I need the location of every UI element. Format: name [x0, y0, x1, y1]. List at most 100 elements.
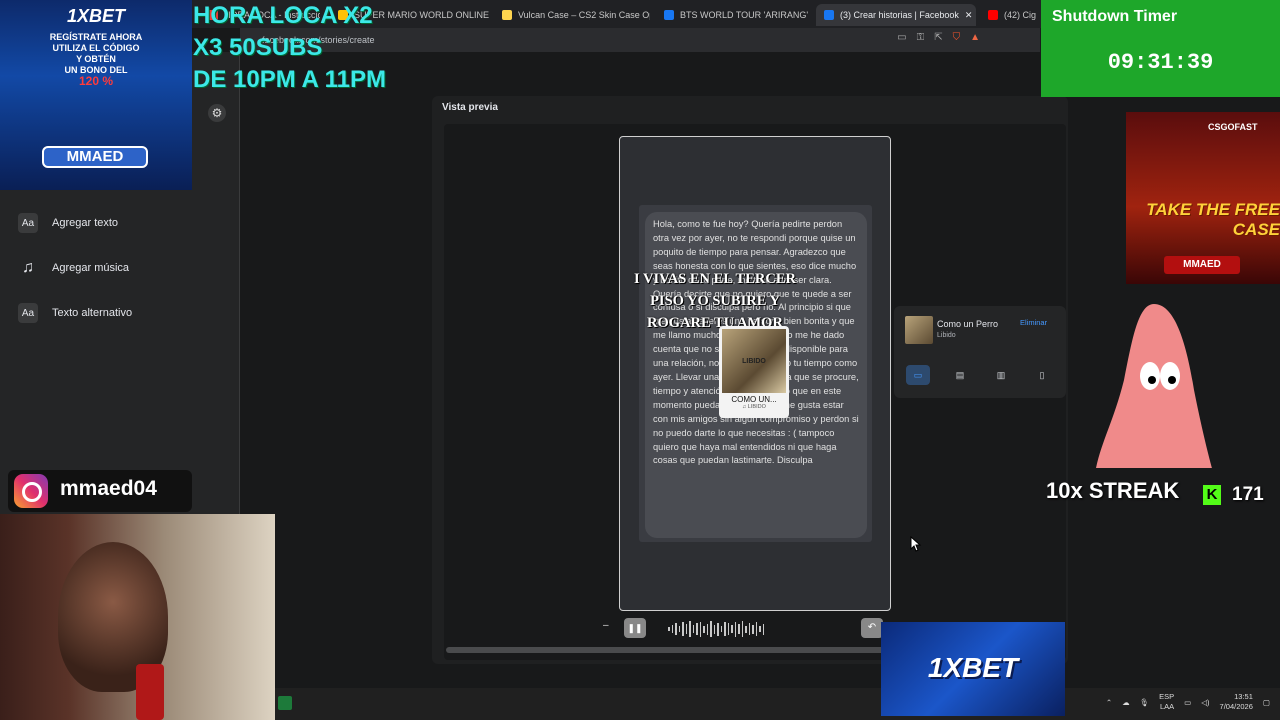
- audio-waveform[interactable]: [668, 620, 818, 638]
- browser-tab[interactable]: (42) Cig: [980, 4, 1040, 26]
- mouse-cursor-icon: [910, 536, 922, 552]
- sticker-layout-2-icon[interactable]: ▤: [948, 365, 972, 385]
- waveform-bar: [710, 621, 712, 637]
- brave-rewards-icon[interactable]: ▲: [970, 32, 980, 43]
- share-icon[interactable]: ⇱: [934, 32, 942, 43]
- red-cup: [136, 664, 164, 720]
- minus-icon[interactable]: –: [603, 620, 609, 631]
- youtube-favicon-icon: [988, 10, 998, 20]
- waveform-bar: [689, 621, 691, 637]
- sticker-layout-3-icon[interactable]: ▥: [989, 365, 1013, 385]
- waveform-bar: [748, 623, 750, 635]
- webcam-feed: [0, 514, 275, 720]
- preview-title: Vista previa: [442, 102, 498, 113]
- password-key-icon[interactable]: ⚿: [917, 32, 925, 43]
- waveform-bar: [682, 622, 684, 636]
- waveform-bar: [692, 625, 694, 633]
- song-thumbnail: [905, 316, 933, 344]
- waveform-bar: [727, 623, 729, 635]
- ad-tagline: TAKE THE FREE CASE: [1146, 200, 1280, 239]
- waveform-bar: [703, 625, 705, 633]
- browser-tab[interactable]: BTS WORLD TOUR 'ARIRANG': [656, 4, 812, 26]
- sticker-song-title: COMO UN...: [731, 395, 777, 404]
- 1xbet-ad-banner: 1XBET REGÍSTRATE AHORA UTILIZA EL CÓDIGO…: [0, 0, 192, 190]
- clock[interactable]: 13:51 7/04/2026: [1220, 692, 1253, 712]
- streak-label: 10x STREAK: [1046, 478, 1180, 503]
- waveform-bar: [755, 622, 757, 636]
- settings-gear-icon[interactable]: ⚙: [208, 104, 226, 122]
- waveform-bar: [745, 625, 747, 633]
- cast-icon[interactable]: ▭: [897, 32, 906, 43]
- notification-icon[interactable]: ▢: [1263, 698, 1270, 707]
- waveform-bar: [675, 623, 677, 635]
- hora-loca-overlay: HORA LOCA X2 X3 50SUBS DE 10PM A 11PM: [193, 2, 386, 93]
- promo-code-badge: MMAED: [1164, 256, 1240, 274]
- browser-tab-active[interactable]: (3) Crear historias | Facebook ✕: [816, 4, 976, 26]
- sticker-layout-4-icon[interactable]: ▯: [1030, 365, 1054, 385]
- sidebar-item-label: Agregar texto: [52, 217, 119, 229]
- instagram-icon: [14, 474, 48, 508]
- song-artist: Libido: [937, 332, 956, 339]
- horizontal-scrollbar[interactable]: [446, 647, 886, 653]
- waveform-bar: [696, 623, 698, 635]
- music-note-icon: ♫: [22, 259, 34, 276]
- sidebar-item-add-text[interactable]: Aa Agregar texto: [18, 213, 118, 233]
- streak-count: 171: [1232, 484, 1264, 505]
- sidebar-item-add-music[interactable]: ♫ Agregar música: [18, 258, 129, 278]
- promo-code-badge: MMAED: [42, 146, 148, 168]
- waveform-bar: [678, 626, 680, 632]
- sidebar-item-alt-text[interactable]: Aa Texto alternativo: [18, 303, 132, 323]
- ad-promo-text: REGÍSTRATE AHORA UTILIZA EL CÓDIGO Y OBT…: [49, 32, 143, 88]
- shutdown-timer-label: Shutdown Timer: [1052, 8, 1178, 25]
- undo-button[interactable]: ↶: [861, 618, 883, 638]
- waveform-bar: [724, 622, 726, 636]
- address-bar-actions: ▭ ⚿ ⇱ ⛉ ▲: [897, 32, 980, 43]
- waveform-bar: [706, 623, 708, 635]
- remove-music-button[interactable]: Eliminar: [1020, 318, 1047, 327]
- sidebar-item-label: Agregar música: [52, 262, 130, 274]
- waveform-bar: [759, 626, 761, 632]
- album-cover: LIBIDO: [722, 329, 786, 393]
- kick-logo-icon: K: [1203, 485, 1221, 505]
- browser-tab[interactable]: Vulcan Case – CS2 Skin Case Openin: [494, 4, 650, 26]
- csgofast-logo: CSGOFAST: [1208, 122, 1258, 132]
- chevron-up-icon[interactable]: ⌃: [1106, 698, 1112, 707]
- shutdown-timer-widget: Shutdown Timer 09:31:39: [1041, 0, 1280, 97]
- story-overlay-text[interactable]: I VIVAS EN EL TERCER PISO YO SUBIRE Y RO…: [620, 268, 810, 334]
- network-icon[interactable]: ▭: [1184, 698, 1191, 707]
- patrick-star-image: [1096, 304, 1212, 468]
- cloud-icon[interactable]: ☁: [1122, 698, 1130, 707]
- language-indicator[interactable]: ESP LAA: [1159, 692, 1174, 712]
- sidebar-item-label: Texto alternativo: [52, 307, 133, 319]
- waveform-bar: [720, 626, 722, 632]
- brave-shield-icon[interactable]: ⛉: [953, 32, 961, 43]
- instagram-handle: mmaed04: [60, 477, 157, 500]
- text-aa-icon: Aa: [18, 213, 38, 233]
- song-title: Como un Perro: [937, 319, 999, 329]
- microphone-icon[interactable]: 🎙: [1140, 698, 1150, 707]
- waveform-bar: [734, 621, 736, 637]
- sticker-artist: ♫ LIBIDO: [742, 404, 766, 410]
- 1xbet-logo: 1XBET: [927, 652, 1019, 683]
- alt-text-icon: Aa: [18, 303, 38, 323]
- instagram-handle-badge: mmaed04: [8, 470, 192, 512]
- pause-button[interactable]: ❚❚: [624, 618, 646, 638]
- tab-favicon-icon: [664, 10, 674, 20]
- waveform-bar: [752, 624, 754, 634]
- close-tab-icon[interactable]: ✕: [965, 10, 973, 21]
- tab-favicon-icon: [502, 10, 512, 20]
- system-tray: ⌃ ☁ 🎙 ESP LAA ▭ ◁) 13:51 7/04/2026 ▢: [1106, 692, 1270, 712]
- waveform-bar: [738, 624, 740, 634]
- waveform-bar: [762, 623, 764, 635]
- waveform-bar: [741, 621, 743, 637]
- waveform-bar: [671, 625, 673, 633]
- sticker-layout-1-icon[interactable]: ▭: [906, 365, 930, 385]
- 1xbet-ad-banner-bottom: 1XBET: [881, 622, 1065, 716]
- facebook-favicon-icon: [824, 10, 834, 20]
- music-sticker[interactable]: LIBIDO COMO UN... ♫ LIBIDO: [719, 326, 789, 418]
- volume-icon[interactable]: ◁): [1201, 698, 1209, 707]
- waveform-bar: [713, 624, 715, 634]
- 1xbet-logo: 1XBET: [66, 6, 126, 26]
- waveform-bar: [731, 625, 733, 633]
- excel-app-icon[interactable]: [278, 696, 292, 710]
